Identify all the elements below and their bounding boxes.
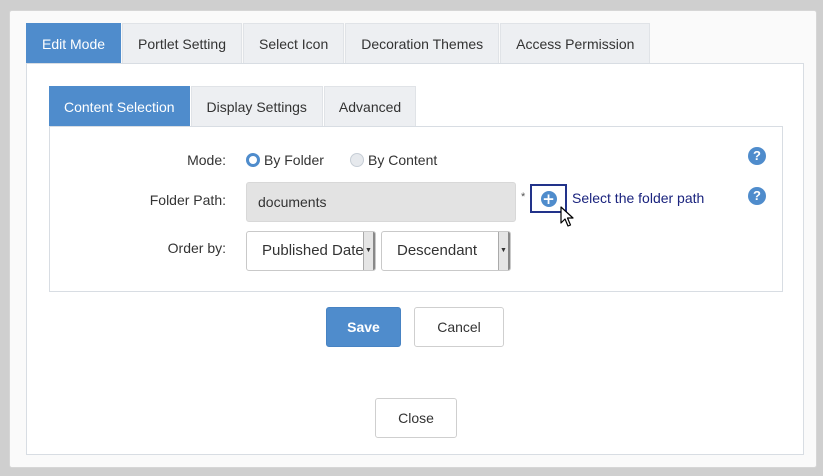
help-icon[interactable]: ? xyxy=(748,147,766,165)
portlet-tabs: Edit Mode Portlet Setting Select Icon De… xyxy=(26,23,651,63)
mouse-pointer-icon xyxy=(560,206,574,227)
tab-display-settings[interactable]: Display Settings xyxy=(190,86,323,126)
radio-unchecked-indicator xyxy=(350,153,364,167)
tab-content-selection[interactable]: Content Selection xyxy=(49,86,190,126)
mode-by-content-label: By Content xyxy=(368,152,438,168)
tab-access-permission[interactable]: Access Permission xyxy=(500,23,651,63)
tab-portlet-setting[interactable]: Portlet Setting xyxy=(122,23,242,63)
edit-portlet-dialog: Edit Mode Portlet Setting Select Icon De… xyxy=(9,10,817,468)
edit-mode-panel: Content Selection Display Settings Advan… xyxy=(26,63,804,455)
radio-checked-indicator xyxy=(246,153,260,167)
order-by-direction-select[interactable]: Descendant ▼ xyxy=(381,231,511,271)
folder-path-label: Folder Path: xyxy=(149,192,226,208)
content-selection-panel: Mode: By Folder By Content ? Folder Path… xyxy=(49,126,783,292)
mode-by-folder-radio[interactable]: By Folder xyxy=(246,152,324,168)
select-folder-path-link[interactable]: Select the folder path xyxy=(572,190,704,206)
mode-label: Mode: xyxy=(187,152,226,168)
cancel-button[interactable]: Cancel xyxy=(414,307,504,347)
mode-by-content-radio[interactable]: By Content xyxy=(350,152,437,168)
tab-select-icon[interactable]: Select Icon xyxy=(242,23,345,63)
folder-path-input[interactable]: documents xyxy=(246,182,516,222)
caret-down-icon: ▼ xyxy=(363,232,375,270)
mode-by-folder-label: By Folder xyxy=(264,152,324,168)
tab-decoration-themes[interactable]: Decoration Themes xyxy=(345,23,500,63)
required-marker: * xyxy=(521,191,526,203)
tab-edit-mode[interactable]: Edit Mode xyxy=(26,23,122,63)
order-by-direction-value: Descendant xyxy=(397,242,478,259)
order-by-field-value: Published Date xyxy=(262,242,364,259)
caret-down-icon: ▼ xyxy=(498,232,510,270)
save-button[interactable]: Save xyxy=(326,307,401,347)
tab-advanced[interactable]: Advanced xyxy=(323,86,417,126)
order-by-field-select[interactable]: Published Date ▼ xyxy=(246,231,376,271)
plus-circle-icon: + xyxy=(540,189,557,208)
edit-mode-tabs: Content Selection Display Settings Advan… xyxy=(49,86,417,126)
help-icon[interactable]: ? xyxy=(748,187,766,205)
close-button[interactable]: Close xyxy=(375,398,457,438)
order-by-label: Order by: xyxy=(167,240,226,256)
